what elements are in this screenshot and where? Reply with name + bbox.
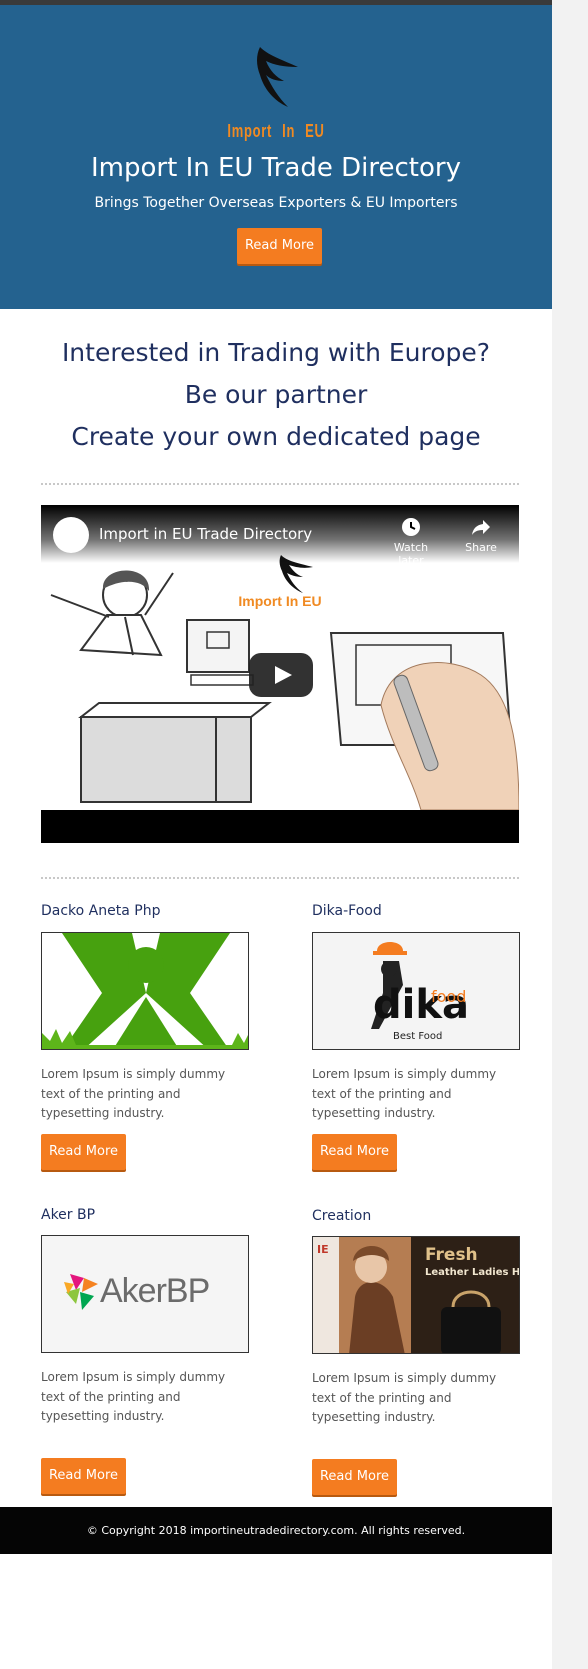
- clock-icon: [402, 518, 420, 536]
- hero-banner: Import In EU Import In EU Trade Director…: [0, 5, 552, 309]
- divider: [41, 877, 519, 879]
- share-icon: [472, 520, 490, 535]
- card-read-more-button[interactable]: Read More: [41, 1134, 126, 1170]
- hero-subtitle: Brings Together Overseas Exporters & EU …: [94, 195, 458, 211]
- card-title[interactable]: Dika-Food: [312, 903, 382, 919]
- card-description: Lorem Ipsum is simply dummy text of the …: [312, 1371, 497, 1424]
- x-logo-image: [42, 933, 248, 1049]
- partner-line-3: Create your own dedicated page: [71, 422, 481, 451]
- dika-logo-tag: Best Food: [393, 1031, 443, 1042]
- dika-logo-small: food: [431, 987, 467, 1006]
- video-player[interactable]: Import In EU Import in EU Trade Director…: [41, 505, 519, 843]
- footer-copyright: © Copyright 2018 importineutradedirector…: [0, 1507, 552, 1554]
- hero-title: Import In EU Trade Directory: [91, 153, 461, 183]
- card-read-more-button[interactable]: Read More: [41, 1458, 126, 1494]
- banner-small-text: Leather Ladies Ha: [425, 1267, 520, 1278]
- share-label: Share: [465, 541, 497, 554]
- card-title[interactable]: Aker BP: [41, 1207, 95, 1223]
- card-image[interactable]: AkerBP: [41, 1235, 249, 1353]
- video-brand-text: Import In EU: [238, 593, 322, 609]
- card-description: Lorem Ipsum is simply dummy text of the …: [41, 1370, 226, 1423]
- card-read-more-button[interactable]: Read More: [312, 1459, 397, 1495]
- akerbp-logo-word: AkerBP: [100, 1272, 210, 1310]
- card-title[interactable]: Dacko Aneta Php: [41, 903, 160, 919]
- page: Import In EU Import In EU Trade Director…: [0, 0, 552, 1669]
- card-title[interactable]: Creation: [312, 1208, 371, 1224]
- play-button[interactable]: [249, 653, 313, 697]
- leather-banner-image: [313, 1237, 519, 1353]
- banner-side-text: IE: [317, 1243, 329, 1256]
- card-description: Lorem Ipsum is simply dummy text of the …: [41, 1067, 226, 1120]
- card-image[interactable]: dika food Best Food: [312, 932, 520, 1050]
- watch-later-label: Watch later: [393, 541, 429, 567]
- video-title[interactable]: Import in EU Trade Directory: [99, 525, 312, 543]
- hero-brand-text: Import In EU: [227, 121, 325, 141]
- channel-avatar[interactable]: [53, 517, 89, 553]
- akerbp-flower-icon: [64, 1274, 98, 1310]
- hero-read-more-button[interactable]: Read More: [237, 228, 322, 264]
- card-read-more-button[interactable]: Read More: [312, 1134, 397, 1170]
- card-image[interactable]: IE Fresh Leather Ladies Ha: [312, 1236, 520, 1354]
- divider: [41, 483, 519, 485]
- watch-later-control[interactable]: Watch later: [381, 517, 441, 567]
- banner-big-text: Fresh: [425, 1245, 478, 1265]
- partner-line-2: Be our partner: [184, 380, 368, 409]
- share-control[interactable]: Share: [451, 517, 511, 554]
- partner-section: Interested in Trading with Europe? Be ou…: [0, 332, 552, 458]
- partner-line-1: Interested in Trading with Europe?: [61, 338, 491, 367]
- card-description: Lorem Ipsum is simply dummy text of the …: [312, 1067, 497, 1120]
- brand-logo-icon: [257, 47, 298, 107]
- card-image[interactable]: [41, 932, 249, 1050]
